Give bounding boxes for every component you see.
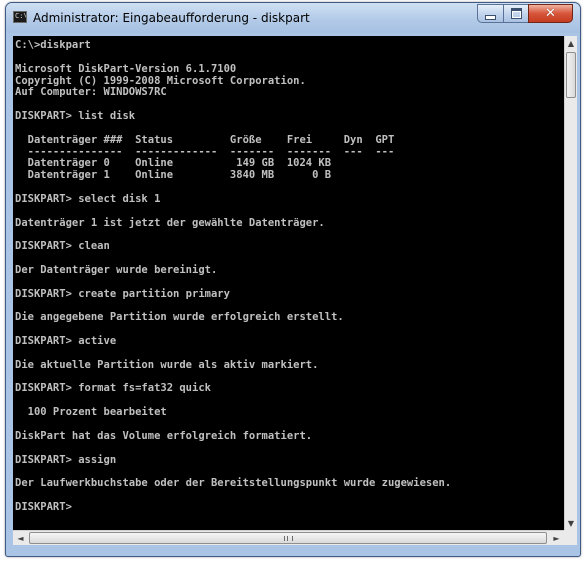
cmd-icon[interactable]: C:\ [13, 11, 27, 23]
horizontal-scroll-thumb[interactable] [29, 532, 547, 544]
scroll-left-icon[interactable]: ◄ [13, 531, 28, 545]
scrollbar-corner [564, 530, 577, 545]
console-window: C:\ Administrator: Eingabeaufforderung -… [5, 2, 581, 557]
maximize-icon [510, 8, 522, 19]
window-title: Administrator: Eingabeaufforderung - dis… [33, 11, 310, 25]
console-output-area[interactable]: C:\>diskpart Microsoft DiskPart-Version … [13, 36, 564, 530]
vertical-scroll-thumb[interactable] [566, 52, 576, 98]
console-output-text: C:\>diskpart Microsoft DiskPart-Version … [15, 39, 452, 513]
maximize-button[interactable] [503, 4, 529, 23]
scroll-right-icon[interactable]: ► [549, 531, 564, 545]
title-bar[interactable]: C:\ Administrator: Eingabeaufforderung -… [6, 3, 580, 33]
minimize-button[interactable] [477, 4, 504, 23]
scroll-up-icon[interactable]: ▲ [565, 36, 577, 50]
scroll-down-icon[interactable]: ▼ [565, 516, 577, 530]
minimize-icon [485, 14, 496, 20]
vertical-scrollbar[interactable]: ▲ ▼ [564, 36, 577, 530]
horizontal-scrollbar[interactable]: ◄ ► [13, 530, 564, 545]
close-icon: ✕ [545, 6, 556, 21]
grip-icon [283, 535, 293, 541]
close-button[interactable]: ✕ [528, 4, 573, 23]
